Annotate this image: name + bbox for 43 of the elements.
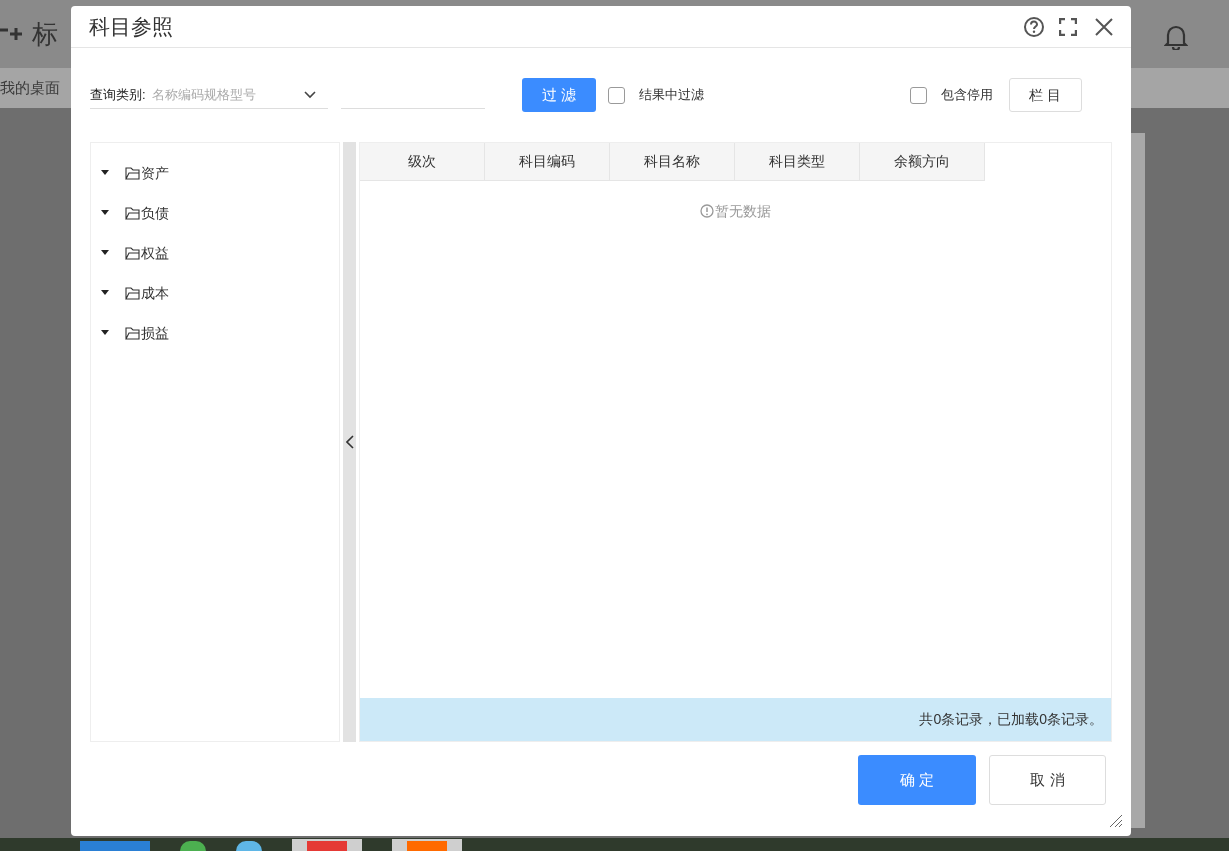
taskbar-icon[interactable]	[236, 841, 262, 851]
tree-item[interactable]: 成本	[141, 282, 169, 304]
folder-icon	[125, 286, 141, 300]
help-icon[interactable]	[1023, 15, 1045, 38]
folder-icon	[125, 246, 141, 260]
taskbar-icon[interactable]	[292, 839, 362, 851]
taskbar-icon[interactable]	[180, 841, 206, 851]
caret-icon[interactable]	[101, 290, 109, 296]
columns-button[interactable]: 栏目	[1009, 78, 1082, 112]
tree-item[interactable]: 资产	[141, 162, 169, 184]
checkbox-label: 包含停用	[941, 86, 993, 105]
plus-icon	[0, 27, 22, 41]
bell-icon[interactable]	[1164, 24, 1188, 50]
status-bar: 共0条记录，已加载0条记录。	[360, 698, 1111, 741]
dialog-title: 科目参照	[89, 13, 174, 40]
info-icon	[700, 204, 714, 218]
checkbox[interactable]	[608, 86, 625, 104]
folder-icon	[125, 326, 141, 340]
column-header[interactable]: 余额方向	[860, 143, 985, 181]
caret-icon[interactable]	[101, 170, 109, 176]
caret-icon[interactable]	[101, 250, 109, 256]
caret-icon[interactable]	[101, 210, 109, 216]
app-logo-text: 标	[32, 17, 58, 51]
close-icon[interactable]	[1095, 17, 1113, 36]
tree-item[interactable]: 权益	[141, 242, 169, 264]
query-type-select[interactable]: 查询类别: 名称编码规格型号	[90, 81, 328, 109]
caret-icon[interactable]	[101, 330, 109, 336]
desktop-tab[interactable]: 我的桌面	[0, 76, 60, 100]
cancel-button[interactable]: 取消	[989, 755, 1106, 805]
resize-grip-icon[interactable]	[1109, 814, 1123, 828]
folder-icon	[125, 206, 141, 220]
column-header[interactable]: 科目名称	[610, 143, 735, 181]
folder-icon	[125, 166, 141, 180]
fullscreen-icon[interactable]	[1059, 17, 1077, 36]
empty-message: 暂无数据	[715, 201, 771, 221]
checkbox-label: 结果中过滤	[639, 86, 704, 105]
chevron-down-icon[interactable]	[304, 90, 316, 99]
column-header[interactable]: 科目类型	[735, 143, 860, 181]
tree-item[interactable]: 损益	[141, 322, 169, 344]
column-header[interactable]: 科目编码	[485, 143, 610, 181]
tree-item[interactable]: 负债	[141, 202, 169, 224]
column-header[interactable]: 级次	[360, 143, 485, 181]
checkbox[interactable]	[910, 86, 927, 104]
